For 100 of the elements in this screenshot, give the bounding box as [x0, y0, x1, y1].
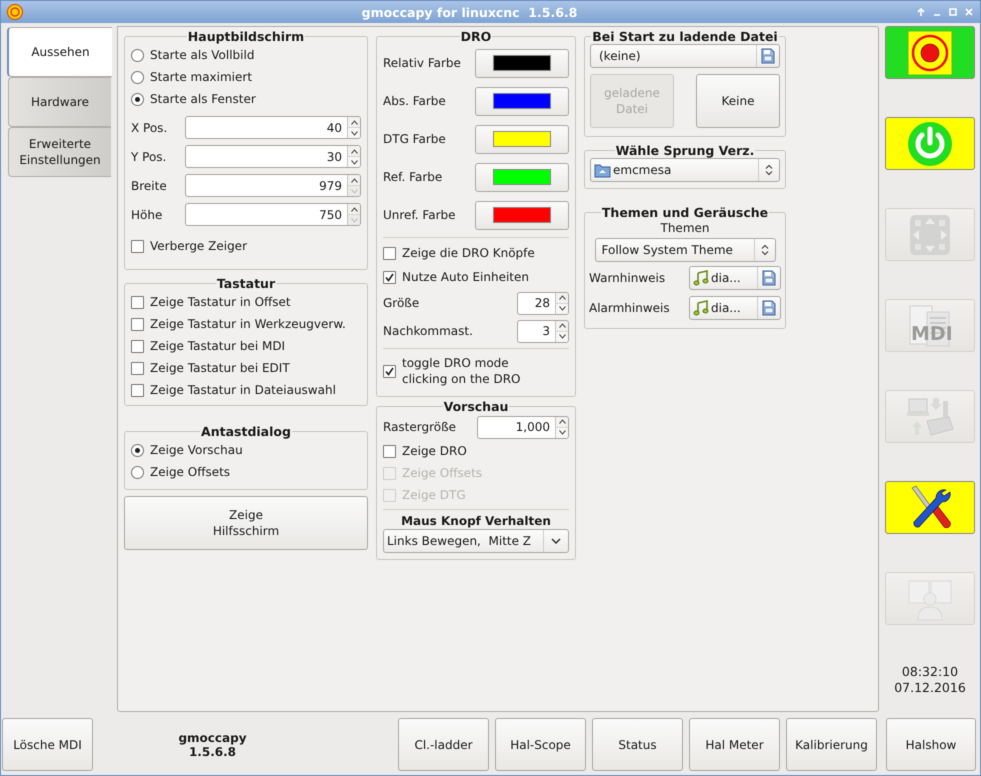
- option-label: Zeige Vorschau: [150, 442, 243, 458]
- radio-button[interactable]: [131, 444, 144, 456]
- option-label: Starte als Vollbild: [150, 47, 254, 63]
- option-label: Verberge Zeiger: [150, 238, 248, 254]
- section-title: Themen und Geräusche: [600, 205, 770, 220]
- tab[interactable]: Hardware: [8, 77, 111, 127]
- option-label: toggle DRO mode clicking on the DRO: [402, 355, 520, 387]
- radio-button[interactable]: [131, 48, 144, 62]
- up-down-arrows-icon: [760, 244, 768, 256]
- field-label: Y Pos.: [131, 148, 168, 164]
- dropdown-value: emcmesa: [613, 163, 672, 177]
- clock-date: 07.12.2016: [893, 680, 967, 696]
- toolbar-button[interactable]: Hal Meter: [689, 718, 780, 771]
- up-down-arrows-icon: [765, 164, 773, 176]
- clear-mdi-button[interactable]: Lösche MDI: [2, 718, 93, 771]
- checkbox[interactable]: [131, 240, 144, 252]
- estop-button[interactable]: [885, 26, 975, 79]
- toolbar-button[interactable]: Cl.-ladder: [398, 718, 489, 771]
- radio-button[interactable]: [131, 70, 144, 84]
- none-button[interactable]: Keine: [696, 74, 780, 128]
- checkbox[interactable]: [131, 340, 144, 352]
- color-button[interactable]: [475, 124, 569, 154]
- color-button[interactable]: [475, 200, 569, 230]
- color-button[interactable]: [475, 162, 569, 192]
- option-label: Zeige Tastatur in Offset: [150, 294, 291, 310]
- field-label: Nachkommast.: [383, 323, 473, 339]
- option-label: Zeige die DRO Knöpfe: [402, 245, 535, 261]
- color-button[interactable]: [475, 86, 569, 116]
- dropdown[interactable]: Follow System Theme: [594, 238, 776, 262]
- dropdown[interactable]: Links Bewegen, Mitte Z: [383, 529, 569, 553]
- file-chooser[interactable]: dia...: [689, 266, 781, 290]
- arrow-up-icon[interactable]: [916, 7, 926, 17]
- document-pages-icon: [909, 304, 951, 348]
- button-label: MDI: [911, 323, 949, 345]
- field-label: Abs. Farbe: [383, 93, 446, 109]
- toolbar-button[interactable]: Hal-Scope: [495, 718, 586, 771]
- field-label: Breite: [131, 178, 168, 194]
- section-title: Vorschau: [442, 399, 510, 414]
- chevron-down-icon: [551, 538, 561, 544]
- emergency-stop-icon: [908, 30, 952, 74]
- file-chooser[interactable]: (keine): [590, 44, 780, 68]
- settings-button[interactable]: [885, 481, 975, 534]
- power-icon: [907, 120, 953, 166]
- checkbox[interactable]: [131, 296, 144, 308]
- music-note-icon: [693, 270, 709, 286]
- clock-time: 08:32:10: [900, 664, 960, 680]
- option-label: Starte als Fenster: [150, 91, 256, 107]
- folder-icon: [594, 162, 611, 178]
- dropdown[interactable]: emcmesa: [590, 158, 780, 182]
- color-button[interactable]: [475, 48, 569, 78]
- app-logo-icon: [7, 4, 23, 20]
- checkbox[interactable]: [383, 270, 396, 284]
- field-label: Rastergröße: [383, 419, 456, 435]
- help-button[interactable]: Zeige Hilfsschirm: [124, 496, 368, 550]
- maximize-icon[interactable]: [948, 7, 958, 17]
- checkbox[interactable]: [131, 318, 144, 330]
- field-label: Ref. Farbe: [383, 169, 442, 185]
- checkbox[interactable]: [131, 384, 144, 396]
- power-button[interactable]: [885, 117, 975, 170]
- field-label: Größe: [383, 295, 420, 311]
- tab[interactable]: Erweiterte Einstellungen: [8, 127, 111, 177]
- toolbar-button[interactable]: Status: [592, 718, 683, 771]
- file-name: dia...: [711, 301, 741, 315]
- field-label: Themen: [660, 220, 710, 236]
- radio-button[interactable]: [131, 466, 144, 478]
- checkbox[interactable]: [131, 362, 144, 374]
- option-label: Zeige Offsets: [402, 465, 482, 481]
- section-title: DRO: [460, 29, 492, 44]
- option-label: Zeige Offsets: [150, 464, 230, 480]
- app-name: gmoccapy: [178, 730, 247, 744]
- option-label: Zeige DRO: [402, 443, 467, 459]
- section-title: Antastdialog: [200, 424, 292, 439]
- option-label: Zeige Tastatur bei MDI: [150, 338, 286, 354]
- section-title: Bei Start zu ladende Datei: [591, 29, 779, 44]
- option-label: Zeige Tastatur in Werkzeugverw.: [150, 316, 346, 332]
- option-label: Zeige DTG: [402, 487, 466, 503]
- field-label: Warnhinweis: [589, 270, 666, 286]
- field-label: X Pos.: [131, 120, 168, 136]
- tab[interactable]: Aussehen: [7, 27, 112, 77]
- option-label: Nutze Auto Einheiten: [402, 269, 529, 285]
- field-label: Relativ Farbe: [383, 55, 461, 71]
- window-title: gmoccapy for linuxcnc 1.5.6.8: [360, 4, 578, 20]
- file-chooser[interactable]: dia...: [689, 296, 781, 320]
- file-name: dia...: [711, 271, 741, 285]
- option-label: Zeige Tastatur bei EDIT: [150, 360, 290, 376]
- radio-button[interactable]: [131, 92, 144, 106]
- toolbar-button[interactable]: Kalibrierung: [786, 718, 877, 771]
- app-version: 1.5.6.8: [188, 744, 236, 758]
- section-title: Maus Knopf Verhalten: [401, 513, 551, 529]
- music-note-icon: [693, 300, 709, 316]
- document-icon: [761, 270, 777, 286]
- document-icon: [760, 48, 776, 64]
- arrow-keypad-icon: [909, 214, 951, 256]
- checkbox[interactable]: [383, 364, 396, 378]
- halshow-button[interactable]: Halshow: [886, 718, 976, 771]
- field-label: Höhe: [131, 206, 164, 222]
- checkbox[interactable]: [383, 246, 396, 260]
- checkbox[interactable]: [383, 444, 396, 458]
- field-label: DTG Farbe: [383, 131, 446, 147]
- close-icon[interactable]: [964, 7, 974, 17]
